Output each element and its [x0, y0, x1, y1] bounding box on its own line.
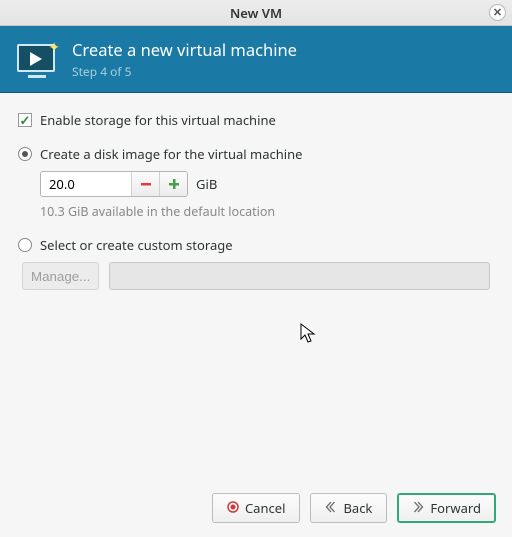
banner-title: Create a new virtual machine: [72, 38, 297, 61]
spin-up-button[interactable]: [159, 172, 187, 196]
chevron-left-icon: [325, 499, 337, 517]
radio-unchecked-icon: [18, 238, 32, 252]
cancel-button[interactable]: Cancel: [212, 493, 300, 523]
banner-text: Create a new virtual machine Step 4 of 5: [72, 38, 297, 80]
enable-storage-checkbox[interactable]: ✓ Enable storage for this virtual machin…: [18, 111, 494, 129]
manage-button: Manage...: [22, 262, 99, 290]
banner-step: Step 4 of 5: [72, 63, 297, 80]
forward-button[interactable]: Forward: [397, 493, 496, 523]
mouse-cursor: [300, 323, 318, 345]
close-icon: ✕: [493, 5, 502, 20]
chevron-right-icon: [412, 499, 424, 517]
forward-label: Forward: [430, 499, 481, 517]
radio-checked-icon: [18, 147, 32, 161]
titlebar: New VM ✕: [0, 0, 512, 26]
window-title: New VM: [230, 4, 282, 22]
custom-storage-label: Select or create custom storage: [40, 236, 233, 254]
disk-size-row: GiB: [40, 171, 494, 197]
plus-icon: [169, 175, 179, 193]
spin-down-button[interactable]: [131, 172, 159, 196]
new-vm-icon: ✦: [16, 40, 58, 78]
check-icon: ✓: [18, 113, 32, 127]
footer-buttons: Cancel Back Forward: [0, 493, 512, 523]
available-space-label: 10.3 GiB available in the default locati…: [40, 203, 494, 220]
back-label: Back: [343, 499, 372, 517]
custom-storage-row: Manage...: [18, 262, 494, 290]
create-disk-radio[interactable]: Create a disk image for the virtual mach…: [18, 145, 494, 163]
content-area: ✓ Enable storage for this virtual machin…: [0, 93, 512, 314]
back-button[interactable]: Back: [310, 493, 387, 523]
cancel-icon: [227, 499, 239, 517]
custom-path-input: [109, 262, 490, 290]
wizard-banner: ✦ Create a new virtual machine Step 4 of…: [0, 26, 512, 93]
size-unit-label: GiB: [196, 175, 217, 193]
close-button[interactable]: ✕: [489, 4, 506, 21]
enable-storage-label: Enable storage for this virtual machine: [40, 111, 276, 129]
custom-storage-radio[interactable]: Select or create custom storage: [18, 236, 494, 254]
disk-size-input[interactable]: [41, 172, 131, 196]
disk-size-spinbox: [40, 171, 188, 197]
cancel-label: Cancel: [245, 499, 285, 517]
create-disk-label: Create a disk image for the virtual mach…: [40, 145, 302, 163]
minus-icon: [141, 175, 151, 193]
